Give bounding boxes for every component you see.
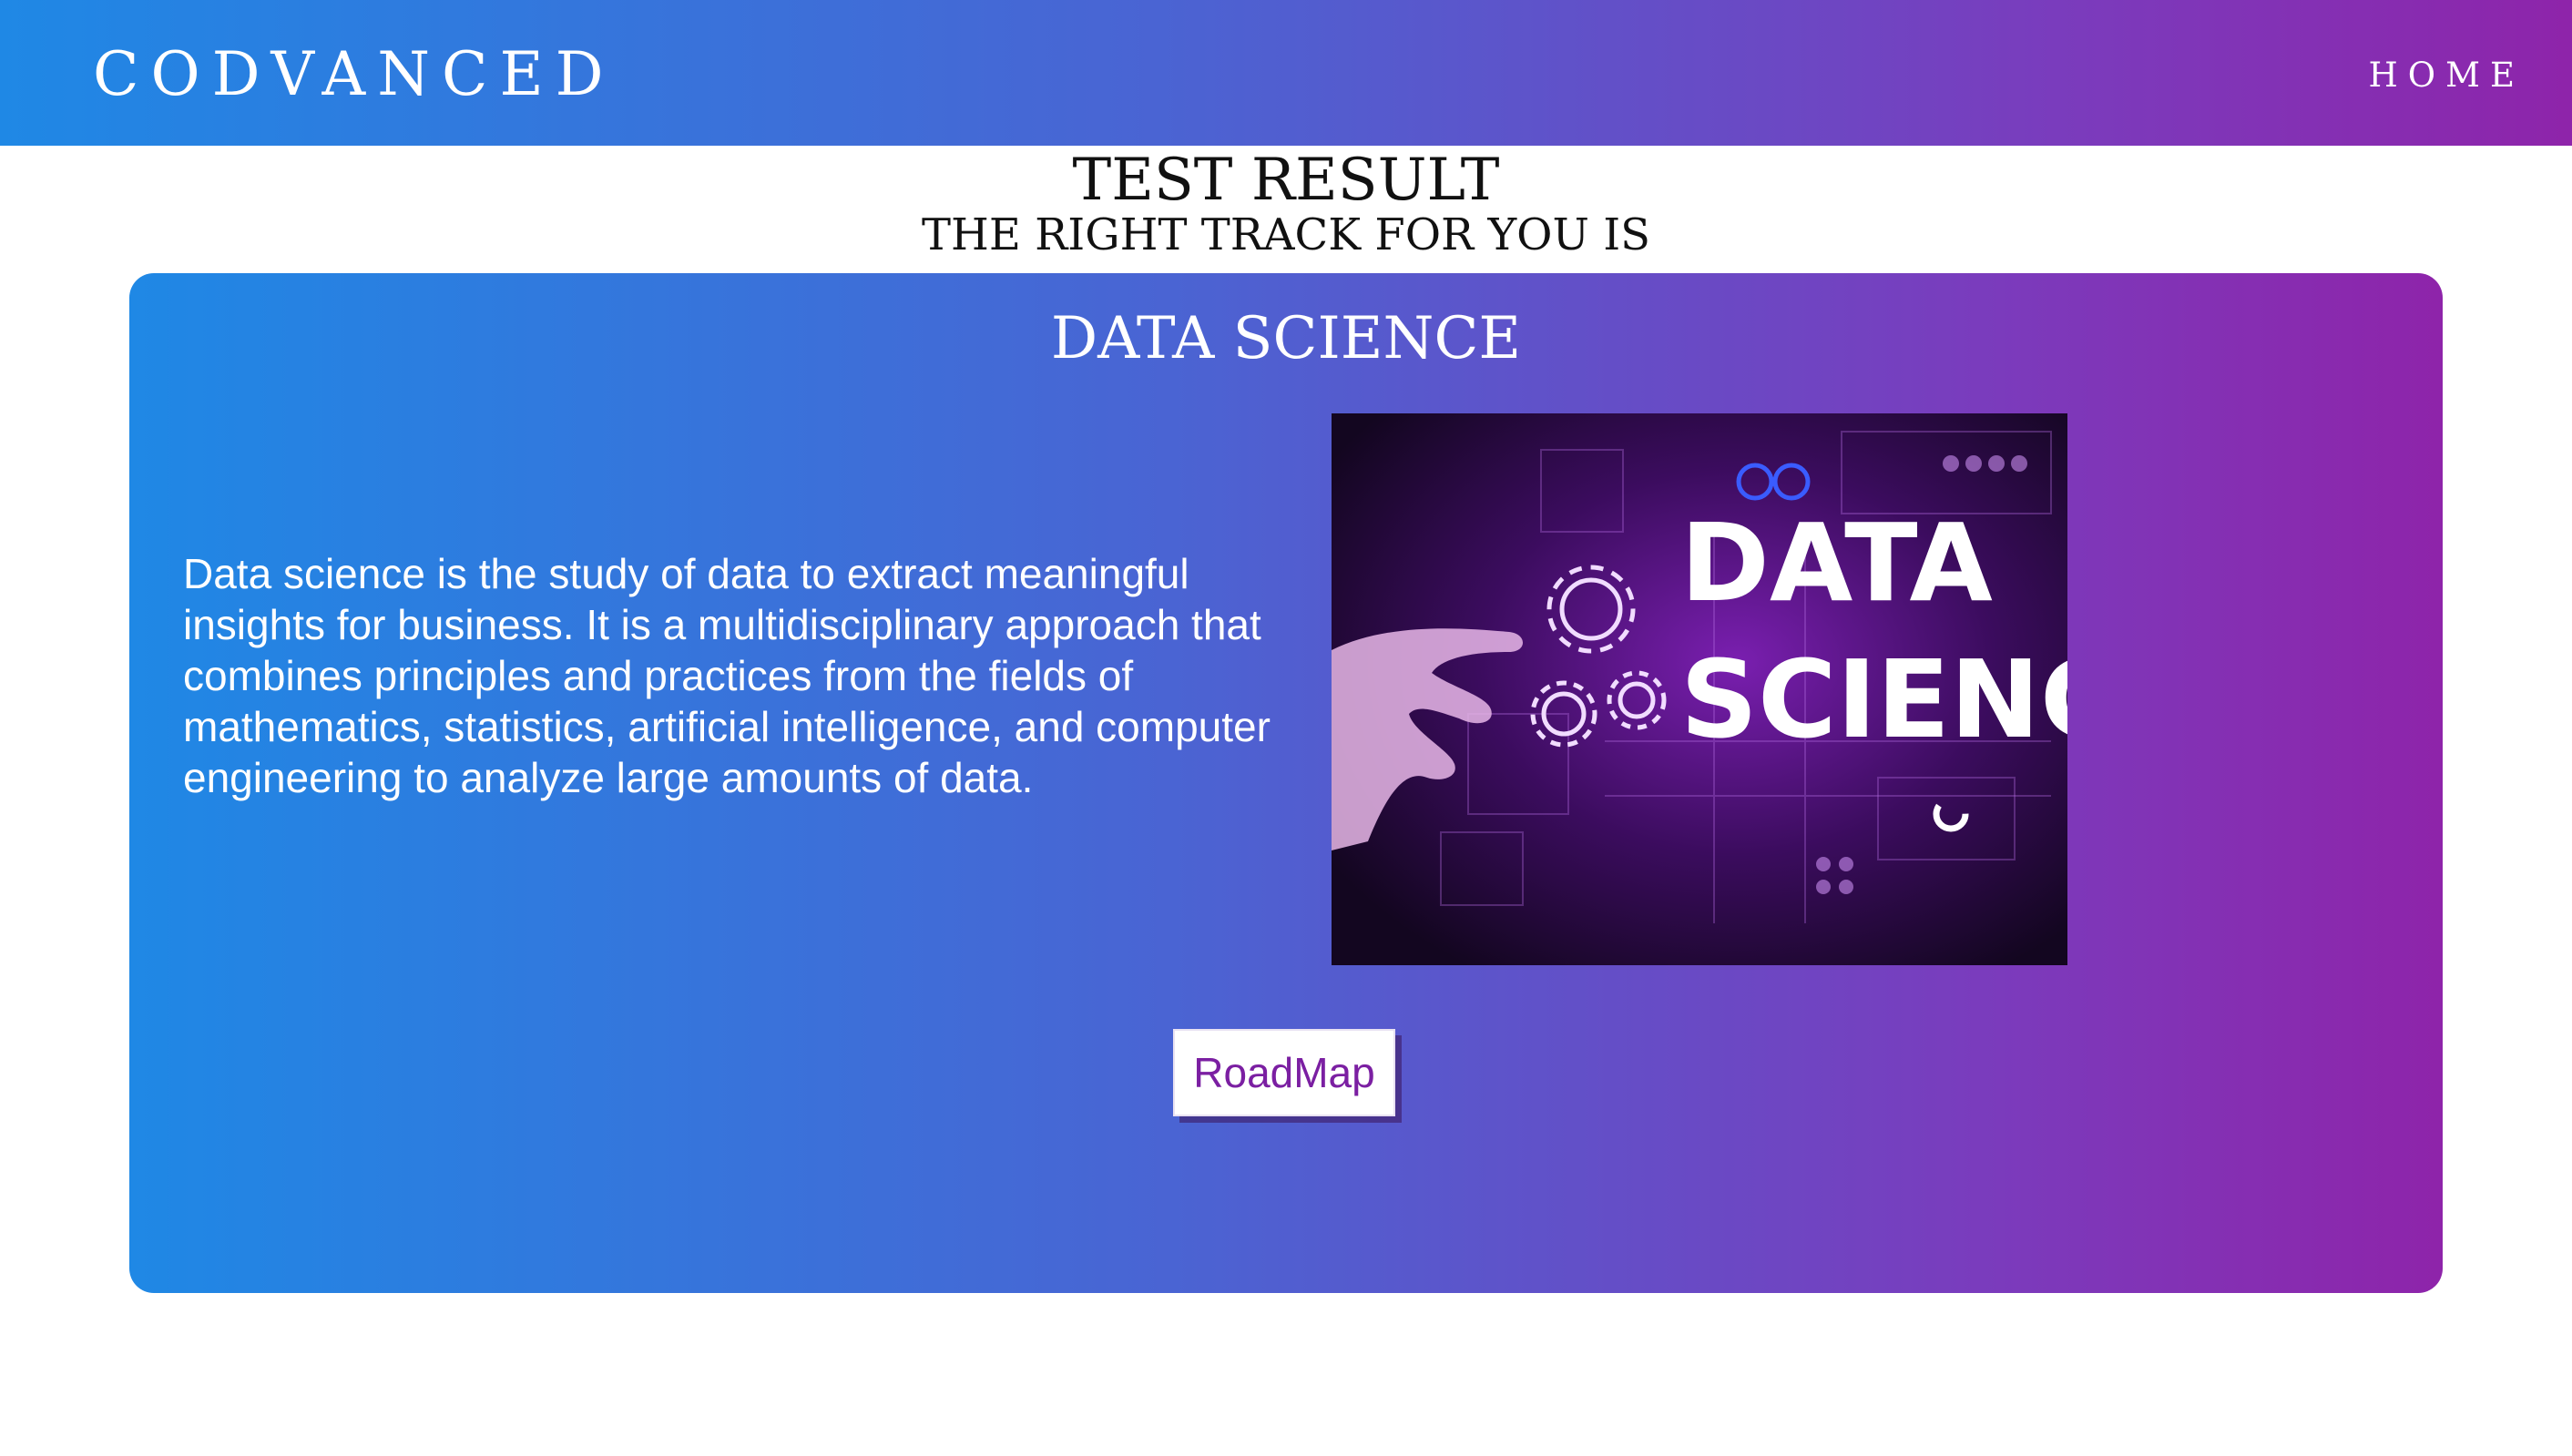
page-title: TEST RESULT xyxy=(1072,147,1500,214)
data-science-illustration: DATA SCIENCE xyxy=(1332,431,2067,923)
image-text-science: SCIENCE xyxy=(1680,636,2067,762)
result-card: DATA SCIENCE Data science is the study o… xyxy=(129,273,2443,1293)
track-description: Data science is the study of data to ext… xyxy=(183,550,1271,801)
nav-home-link[interactable]: HOME xyxy=(2369,53,2526,98)
data-science-image: DATA SCIENCE xyxy=(1332,413,2067,965)
track-name: DATA SCIENCE xyxy=(1050,305,1522,372)
top-navbar: CODVANCED HOME xyxy=(0,0,2572,146)
image-text-data: DATA xyxy=(1680,500,1993,626)
roadmap-button[interactable]: RoadMap xyxy=(1173,1029,1395,1116)
brand-logo[interactable]: CODVANCED xyxy=(93,35,616,115)
page-subtitle: THE RIGHT TRACK FOR YOU IS xyxy=(921,209,1651,260)
